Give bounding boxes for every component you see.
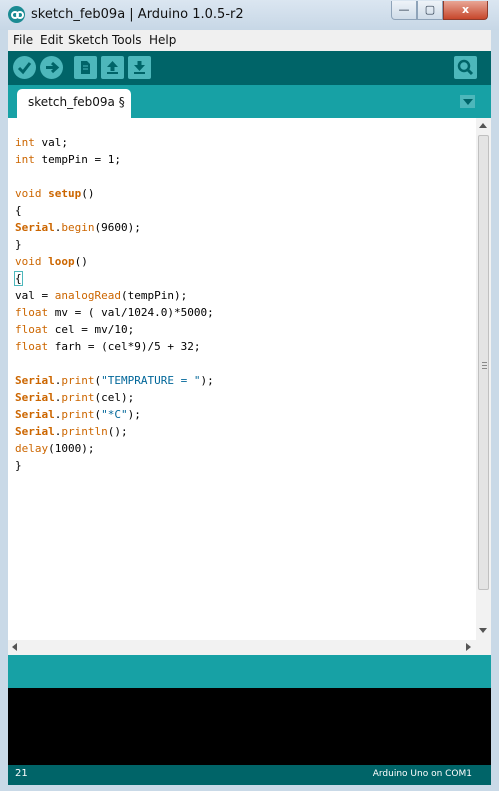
code-line[interactable]: float farh = (cel*9)/5 + 32;: [15, 340, 200, 353]
minimize-button[interactable]: —: [391, 1, 417, 20]
scrollbar-corner: [476, 640, 491, 655]
code-line[interactable]: Serial.print(cel);: [15, 391, 134, 404]
arduino-logo-icon: [8, 6, 25, 23]
maximize-button[interactable]: ▢: [417, 1, 443, 20]
menu-help[interactable]: Help: [149, 33, 176, 47]
menu-tools[interactable]: Tools: [112, 33, 142, 47]
tab-menu-dropdown-icon[interactable]: [460, 95, 475, 108]
code-line[interactable]: delay(1000);: [15, 442, 94, 455]
code-line[interactable]: void setup(): [15, 187, 95, 200]
horizontal-scrollbar[interactable]: [8, 640, 476, 655]
verify-icon: [17, 62, 32, 75]
menu-sketch[interactable]: Sketch: [68, 33, 108, 47]
line-number: 21: [15, 768, 28, 779]
scrollbar-thumb[interactable]: [478, 135, 489, 590]
save-button[interactable]: [128, 56, 151, 79]
console-output[interactable]: [8, 688, 491, 765]
code-line[interactable]: Serial.println();: [15, 425, 128, 438]
serial-monitor-button[interactable]: [454, 56, 477, 79]
code-line[interactable]: Serial.print("*C");: [15, 408, 141, 421]
upload-button[interactable]: [40, 56, 63, 79]
window-title: sketch_feb09a | Arduino 1.0.5-r2: [31, 7, 244, 22]
status-bar: [8, 655, 491, 688]
serial-monitor-icon: [457, 59, 474, 76]
code-line[interactable]: void loop(): [15, 255, 88, 268]
open-icon: [107, 61, 118, 74]
code-line[interactable]: }: [15, 459, 22, 472]
code-line[interactable]: int val;: [15, 136, 68, 149]
tab-sketch[interactable]: sketch_feb09a §: [17, 89, 131, 118]
footer-bar: 21 Arduino Uno on COM1: [8, 765, 491, 785]
menu-file[interactable]: File: [13, 33, 33, 47]
scroll-left-icon[interactable]: [12, 643, 17, 651]
code-text[interactable]: int val; int tempPin = 1; void setup() {…: [14, 134, 214, 474]
code-line[interactable]: Serial.begin(9600);: [15, 221, 141, 234]
menu-edit[interactable]: Edit: [40, 33, 63, 47]
code-line[interactable]: int tempPin = 1;: [15, 153, 121, 166]
upload-icon: [46, 61, 60, 74]
scroll-down-icon[interactable]: [479, 628, 487, 633]
new-icon: [81, 61, 90, 74]
verify-button[interactable]: [13, 56, 36, 79]
code-editor[interactable]: int val; int tempPin = 1; void setup() {…: [8, 118, 491, 640]
code-line[interactable]: {: [14, 271, 23, 286]
code-line[interactable]: float cel = mv/10;: [15, 323, 134, 336]
open-button[interactable]: [101, 56, 124, 79]
title-bar: sketch_feb09a | Arduino 1.0.5-r2 — ▢ x: [0, 0, 499, 30]
code-line[interactable]: }: [15, 238, 22, 251]
toolbar: [8, 51, 491, 85]
menu-bar: File Edit Sketch Tools Help: [8, 30, 491, 51]
close-button[interactable]: x: [443, 1, 488, 20]
tab-strip: sketch_feb09a §: [8, 85, 491, 118]
scroll-up-icon[interactable]: [479, 123, 487, 128]
board-port-label: Arduino Uno on COM1: [372, 769, 472, 779]
vertical-scrollbar[interactable]: [476, 118, 491, 640]
tab-label: sketch_feb09a §: [28, 95, 125, 109]
code-line[interactable]: Serial.print("TEMPRATURE = ");: [15, 374, 214, 387]
code-line[interactable]: val = analogRead(tempPin);: [15, 289, 187, 302]
code-line[interactable]: {: [15, 204, 22, 217]
code-line[interactable]: float mv = ( val/1024.0)*5000;: [15, 306, 214, 319]
new-button[interactable]: [74, 56, 97, 79]
scroll-right-icon[interactable]: [466, 643, 471, 651]
save-icon: [134, 61, 145, 74]
arduino-ide-window: sketch_feb09a | Arduino 1.0.5-r2 — ▢ x F…: [0, 0, 499, 791]
